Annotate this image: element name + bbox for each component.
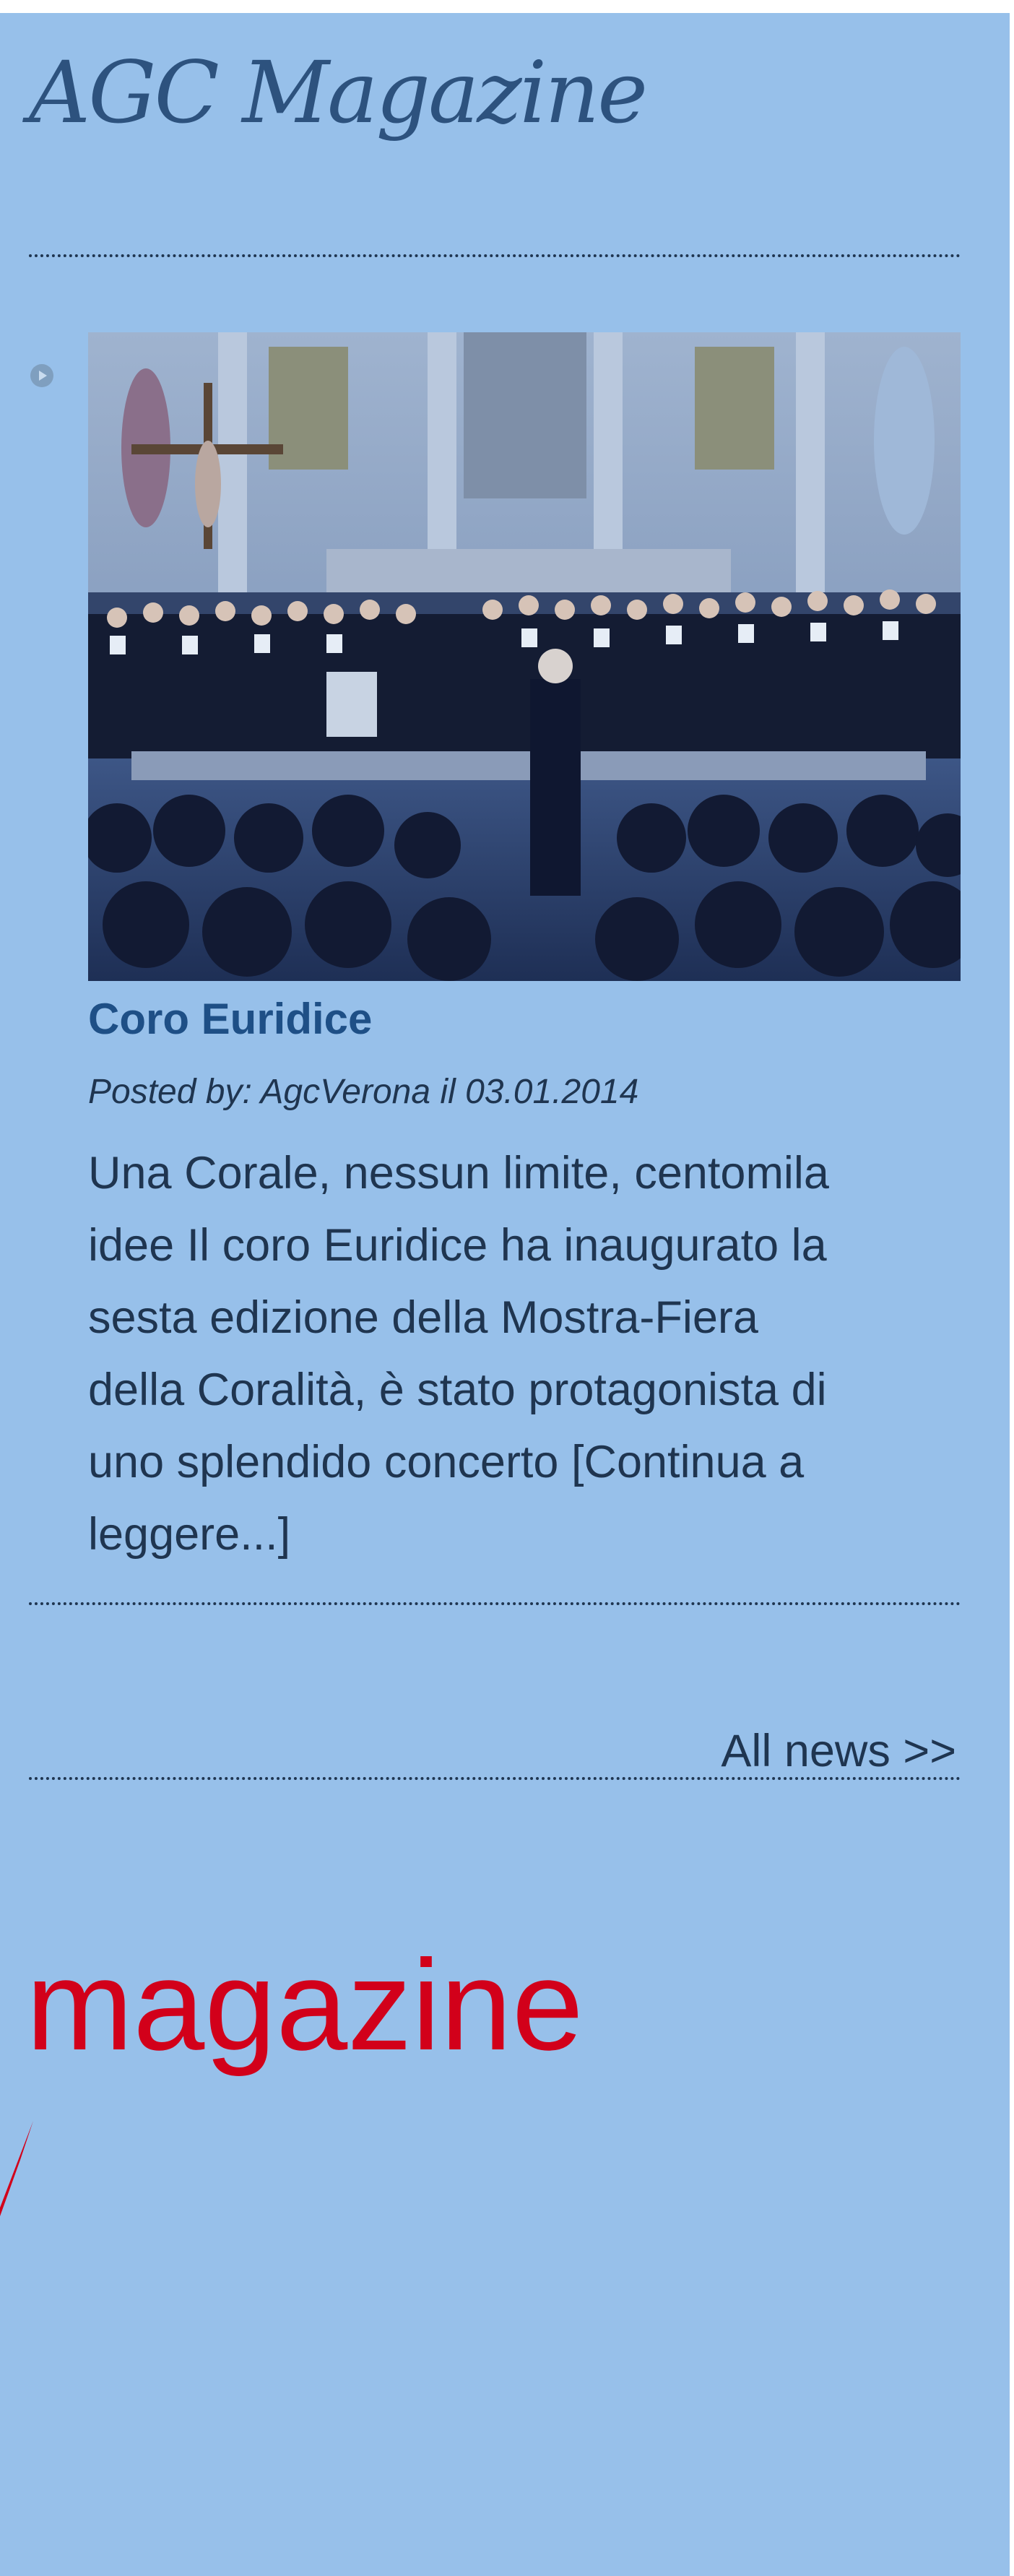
divider <box>29 1777 961 1780</box>
magazine-banner-text[interactable]: magazine <box>26 1935 584 2076</box>
news-meta: Posted by: AgcVerona il 03.01.2014 <box>88 1073 639 1111</box>
divider <box>29 254 961 257</box>
excerpt-line: Una Corale, nessun limite, centomila <box>88 1148 829 1198</box>
widget-title: AGC Magazine <box>29 43 648 142</box>
all-news-link[interactable]: All news >> <box>721 1725 956 1777</box>
read-more-link[interactable]: [Continua a <box>571 1437 804 1487</box>
excerpt-line-text: uno splendido concerto <box>88 1437 571 1487</box>
page-edge <box>1010 13 1014 2576</box>
news-excerpt: Una Corale, nessun limite, centomila ide… <box>88 1137 962 1570</box>
excerpt-line: sesta edizione della Mostra-Fiera <box>88 1292 758 1343</box>
read-more-link-continued[interactable]: leggere...] <box>88 1509 290 1560</box>
news-image[interactable] <box>88 332 961 981</box>
excerpt-line: della Coralità, è stato protagonista di <box>88 1365 827 1415</box>
play-bullet-icon <box>30 364 53 387</box>
news-title[interactable]: Coro Euridice <box>88 994 372 1044</box>
excerpt-line: leggere...] <box>88 1498 962 1570</box>
banner-arrow-icon <box>0 2121 33 2216</box>
magazine-widget: AGC Magazine Coro Euridice Posted by: Ag… <box>0 13 1010 2576</box>
excerpt-line: uno splendido concerto [Continua a <box>88 1426 962 1498</box>
divider <box>29 1602 961 1605</box>
excerpt-line: idee Il coro Euridice ha inaugurato la <box>88 1220 827 1271</box>
